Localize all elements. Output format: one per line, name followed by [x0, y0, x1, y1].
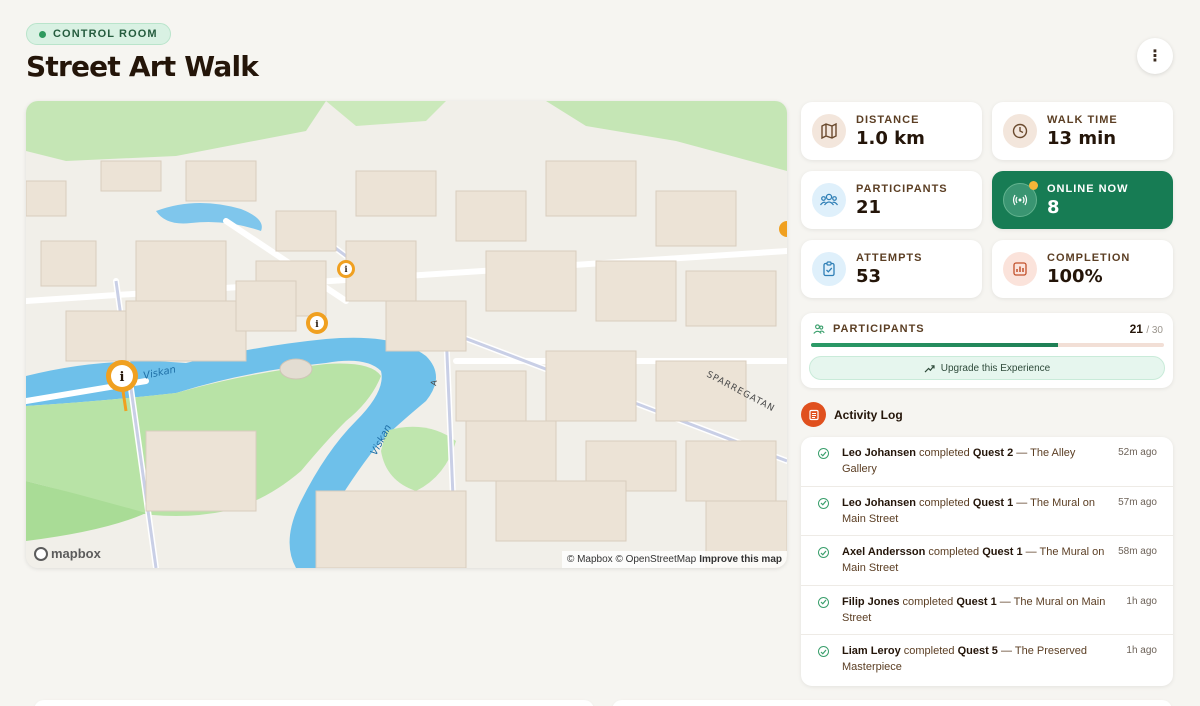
participants-label: PARTICIPANTS [833, 323, 925, 335]
stat-label: WALK TIME [1047, 113, 1118, 126]
activity-verb: completed [919, 496, 970, 509]
stat-attempts: ATTEMPTS 53 [801, 240, 982, 298]
activity-quest: Quest 1 [982, 546, 1023, 558]
map-pin-1[interactable]: i [306, 312, 328, 334]
map-pin-2[interactable]: i [337, 260, 355, 278]
activity-time: 1h ago [1126, 595, 1157, 607]
activity-quest: Quest 1 [972, 496, 1014, 509]
map-canvas[interactable]: Viskan Viskan SPARREGATAN A i i i [26, 101, 787, 568]
control-room-badge: CONTROL ROOM [26, 23, 171, 45]
more-options-button[interactable]: ⋮ [1137, 38, 1173, 74]
map-view[interactable]: Viskan Viskan SPARREGATAN A i i i mapbox… [26, 101, 787, 568]
stat-label: COMPLETION [1047, 251, 1131, 264]
map-attribution: © Mapbox © OpenStreetMap Improve this ma… [561, 551, 787, 568]
activity-log-title: Activity Log [834, 407, 903, 422]
stat-label: PARTICIPANTS [856, 182, 948, 195]
map-icon [812, 114, 846, 148]
activity-log-list: Leo Johansen completed Quest 2 — The All… [801, 437, 1173, 686]
stat-label: ONLINE NOW [1047, 182, 1129, 195]
activity-entry: Leo Johansen completed Quest 1 — The Mur… [801, 487, 1173, 536]
stat-completion: COMPLETION 100% [992, 240, 1173, 298]
live-indicator [1029, 181, 1038, 190]
status-dot [39, 30, 46, 38]
stat-value: 1.0 km [856, 127, 925, 149]
participants-progress-fill [811, 343, 1059, 347]
activity-verb: completed [928, 546, 980, 558]
users-icon [812, 183, 846, 217]
activity-entry: Leo Johansen completed Quest 2 — The All… [801, 437, 1173, 487]
stat-value: 8 [1047, 196, 1060, 218]
participants-header: PARTICIPANTS [813, 323, 925, 335]
activity-entry: Axel Andersson completed Quest 1 — The M… [801, 536, 1173, 586]
stat-label: ATTEMPTS [856, 251, 923, 264]
bottom-card-right [612, 700, 1172, 706]
broadcast-icon [1003, 181, 1038, 217]
mapbox-logo-text: mapbox [51, 546, 101, 561]
stat-value: 100% [1047, 265, 1103, 287]
activity-user: Liam Leroy [842, 645, 901, 657]
activity-time: 52m ago [1118, 447, 1157, 458]
participants-progress-bar [811, 343, 1164, 347]
activity-text: Axel Andersson completed Quest 1 — The M… [842, 544, 1107, 576]
activity-quest: Quest 1 [956, 595, 997, 608]
participants-current: 21 [1129, 322, 1143, 336]
activity-user: Leo Johansen [842, 496, 916, 509]
activity-entry: Liam Leroy completed Quest 5 — The Prese… [801, 635, 1173, 685]
svg-text:i: i [315, 320, 319, 330]
stat-value: 53 [856, 265, 882, 287]
participants-limit: / 30 [1146, 325, 1163, 336]
stat-distance: DISTANCE 1.0 km [801, 102, 982, 160]
bottom-card-left [34, 700, 594, 706]
mapbox-logo[interactable]: mapbox [34, 546, 101, 561]
trending-up-icon [924, 364, 935, 373]
participants-card: PARTICIPANTS 21 / 30 Upgrade this Experi… [801, 313, 1173, 388]
clock-icon [1003, 114, 1037, 148]
bar-chart-icon [1003, 252, 1037, 286]
svg-text:i: i [120, 370, 125, 385]
activity-verb: completed [902, 595, 954, 608]
check-circle-icon [818, 448, 829, 459]
activity-user: Leo Johansen [842, 447, 916, 459]
activity-time: 1h ago [1126, 645, 1157, 656]
mapbox-logo-icon [34, 546, 48, 561]
stat-label: DISTANCE [856, 113, 920, 126]
activity-user: Filip Jones [842, 595, 900, 608]
stat-walk-time: WALK TIME 13 min [992, 102, 1173, 160]
upgrade-button[interactable]: Upgrade this Experience [809, 356, 1165, 380]
stat-value: 13 min [1047, 127, 1117, 149]
activity-verb: completed [919, 447, 970, 459]
check-circle-icon [818, 596, 829, 608]
activity-verb: completed [903, 645, 955, 657]
list-icon [801, 402, 826, 427]
participants-count: 21 / 30 [1130, 322, 1163, 336]
activity-entry: Filip Jones completed Quest 1 — The Mura… [801, 586, 1173, 635]
activity-quest: Quest 2 [972, 447, 1014, 459]
check-circle-icon [818, 497, 829, 509]
stat-participants: PARTICIPANTS 21 [801, 171, 982, 229]
improve-map-link[interactable]: Improve this map [699, 554, 782, 565]
clipboard-check-icon [812, 252, 846, 286]
activity-text: Leo Johansen completed Quest 1 — The Mur… [842, 495, 1107, 527]
activity-text: Filip Jones completed Quest 1 — The Mura… [842, 594, 1107, 626]
more-vertical-icon: ⋮ [1147, 48, 1163, 65]
upgrade-label: Upgrade this Experience [940, 362, 1051, 374]
activity-text: Liam Leroy completed Quest 5 — The Prese… [842, 643, 1107, 675]
users-icon [813, 324, 825, 334]
activity-text: Leo Johansen completed Quest 2 — The All… [842, 445, 1107, 477]
attribution-text[interactable]: © Mapbox © OpenStreetMap [567, 554, 696, 565]
stat-online-now: ONLINE NOW 8 [992, 171, 1173, 229]
activity-time: 58m ago [1118, 546, 1157, 557]
check-circle-icon [818, 547, 829, 558]
activity-time: 57m ago [1118, 496, 1157, 508]
badge-label: CONTROL ROOM [53, 28, 158, 40]
page-title: Street Art Walk [26, 50, 259, 83]
svg-text:i: i [344, 264, 347, 274]
activity-quest: Quest 5 [957, 645, 998, 657]
activity-user: Axel Andersson [842, 546, 926, 558]
check-circle-icon [818, 646, 829, 657]
stat-value: 21 [856, 196, 882, 218]
activity-log-header: Activity Log [801, 402, 903, 427]
